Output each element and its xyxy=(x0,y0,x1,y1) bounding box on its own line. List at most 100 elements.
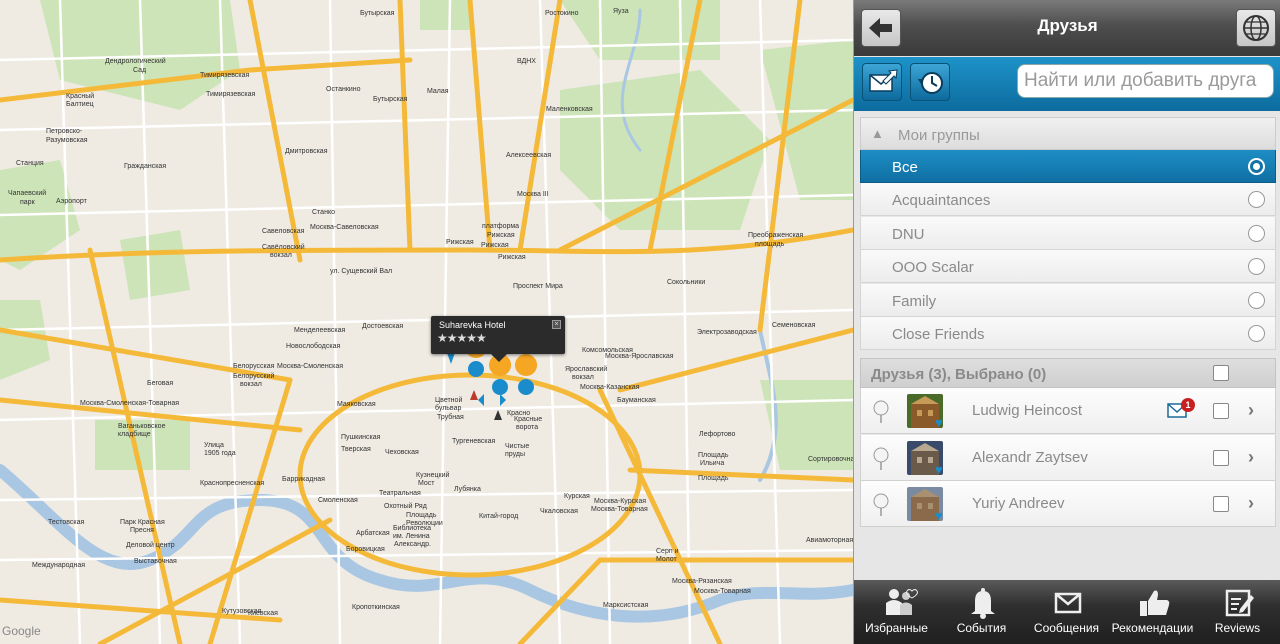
group-radio[interactable] xyxy=(1248,258,1265,276)
friend-row[interactable]: ♥ Ludwig Heincost 1 › xyxy=(860,388,1276,434)
map-place-label: Площадь xyxy=(698,475,729,482)
group-label: Close Friends xyxy=(892,326,985,343)
globe-button[interactable] xyxy=(1236,9,1276,47)
map-place-label: Ваганьковское xyxy=(118,423,166,430)
group-item[interactable]: Family xyxy=(860,283,1276,317)
map-place-label: им. Ленина xyxy=(393,533,430,540)
group-radio[interactable] xyxy=(1248,291,1265,309)
group-radio[interactable] xyxy=(1248,325,1265,342)
group-radio[interactable] xyxy=(1248,158,1265,175)
map-place-label: Китай-город xyxy=(479,513,519,520)
group-item[interactable]: Acquaintances xyxy=(860,183,1276,217)
map-place-label: Семеновская xyxy=(772,322,816,329)
chevron-right-icon[interactable]: › xyxy=(1248,400,1254,421)
hotel-marker-cluster[interactable] xyxy=(440,350,550,430)
group-item[interactable]: Close Friends xyxy=(860,317,1276,350)
map-info-popup[interactable]: Suharevka Hotel ★★★★★ × xyxy=(431,316,565,362)
edit-review-icon xyxy=(1225,589,1254,617)
group-item[interactable]: OOO Scalar xyxy=(860,250,1276,284)
friends-panel: Друзья Найти или добавить друга ▲ Мои гр… xyxy=(853,0,1280,644)
map-view[interactable]: Дендрологический Сад Красный Балтиец Станция… xyxy=(0,0,853,644)
map-place-label: Беговая xyxy=(147,380,174,387)
friend-checkbox[interactable] xyxy=(1213,496,1229,513)
friend-search-input[interactable] xyxy=(1017,64,1274,98)
map-place-label: Театральная xyxy=(379,490,421,497)
friend-checkbox[interactable] xyxy=(1213,449,1229,466)
close-icon[interactable]: × xyxy=(552,320,561,329)
map-place-label: пруды xyxy=(505,451,525,458)
location-pin-icon[interactable] xyxy=(873,400,889,424)
tab-favorites[interactable]: Избранные xyxy=(854,580,939,644)
location-pin-icon[interactable] xyxy=(873,447,889,471)
map-place-label: Курская xyxy=(564,493,590,500)
map-place-label: Москва-Курская xyxy=(594,498,647,505)
map-place-label: Александр. xyxy=(394,541,431,548)
map-place-label: Смоленская xyxy=(318,497,358,504)
map-place-label: Маяковская xyxy=(337,401,376,408)
group-radio[interactable] xyxy=(1248,191,1265,209)
bell-icon xyxy=(971,588,995,619)
map-place-label: Белорусский xyxy=(233,373,275,380)
map-place-label: Ильича xyxy=(700,460,725,467)
tab-label: События xyxy=(956,621,1007,635)
map-place-label: Тестовская xyxy=(48,519,85,526)
group-label: Все xyxy=(892,159,918,176)
thumbs-up-icon xyxy=(1140,590,1170,616)
map-place-label: Чапаевский xyxy=(8,190,47,197)
map-place-label: Выставочная xyxy=(134,558,177,565)
friend-name: Alexandr Zaytsev xyxy=(972,448,1088,466)
tab-label: Сообщения xyxy=(1033,621,1100,635)
app-root: Дендрологический Сад Красный Балтиец Станция… xyxy=(0,0,1280,644)
map-place-label: Рижская xyxy=(446,239,474,246)
chevron-right-icon[interactable]: › xyxy=(1248,447,1254,468)
history-button[interactable] xyxy=(910,63,950,101)
tab-recommendations[interactable]: Рекомендации xyxy=(1110,580,1195,644)
map-place-label: Пресня xyxy=(130,527,154,534)
map-place-label: Петровско- xyxy=(46,128,83,135)
tab-messages[interactable]: Сообщения xyxy=(1024,580,1109,644)
friend-checkbox[interactable] xyxy=(1213,403,1229,419)
location-pin-icon[interactable] xyxy=(873,493,889,517)
my-groups-header[interactable]: ▲ Мои группы xyxy=(860,117,1276,150)
map-place-label: Кузнецкий xyxy=(416,472,450,479)
map-place-label: ВДНХ xyxy=(517,58,536,65)
map-place-label: платформа xyxy=(482,223,520,230)
tab-label: Reviews xyxy=(1214,621,1261,635)
friends-list-area: ▲ Мои группы Все Acquaintances DNU OOO Scal… xyxy=(854,111,1280,580)
map-place-label: Белорусская xyxy=(233,363,275,370)
page-title: Друзья xyxy=(1037,16,1098,35)
friend-name: Yuriy Andreev xyxy=(972,495,1065,513)
group-item[interactable]: Все xyxy=(860,150,1276,183)
friend-row[interactable]: ♥ Alexandr Zaytsev › xyxy=(860,434,1276,481)
invite-button[interactable] xyxy=(862,63,902,101)
history-icon xyxy=(918,72,943,94)
map-place-label: Чистые xyxy=(505,443,530,450)
group-item[interactable]: DNU xyxy=(860,216,1276,250)
map-place-label: Мост xyxy=(418,480,435,487)
map-place-label: Балтиец xyxy=(66,101,94,108)
friend-name: Ludwig Heincost xyxy=(972,402,1083,419)
top-bar: Друзья xyxy=(854,0,1280,56)
chevron-right-icon[interactable]: › xyxy=(1248,493,1254,514)
map-place-label: 1905 года xyxy=(204,450,236,457)
friends-header-label: Друзья (3), Выбрано (0) xyxy=(871,366,1047,383)
map-place-label: ул. Сущевский Вал xyxy=(330,268,393,275)
map-place-label: Чеховская xyxy=(385,449,419,456)
group-radio[interactable] xyxy=(1248,224,1265,242)
map-place-label: Бутырская xyxy=(360,10,395,17)
map-place-label: Москва-Товарная xyxy=(694,588,751,595)
map-place-label: Тургеневская xyxy=(452,438,496,445)
map-place-label: Кропоткинская xyxy=(352,604,400,611)
tab-events[interactable]: События xyxy=(939,580,1024,644)
map-place-label: Достоевская xyxy=(362,323,404,330)
select-all-checkbox[interactable] xyxy=(1213,365,1229,381)
friend-row[interactable]: ♥ Yuriy Andreev › xyxy=(860,481,1276,528)
globe-icon xyxy=(1243,15,1269,41)
map-place-label: Бауманская xyxy=(617,397,656,404)
map-place-label: Преображенская xyxy=(748,232,804,239)
map-place-label: Сад xyxy=(133,67,147,74)
tab-label: Рекомендации xyxy=(1111,621,1194,635)
action-bar xyxy=(854,57,1280,111)
tab-reviews[interactable]: Reviews xyxy=(1195,580,1280,644)
bottom-tab-bar: Избранные События Сообщения Рекомендации… xyxy=(854,580,1280,644)
